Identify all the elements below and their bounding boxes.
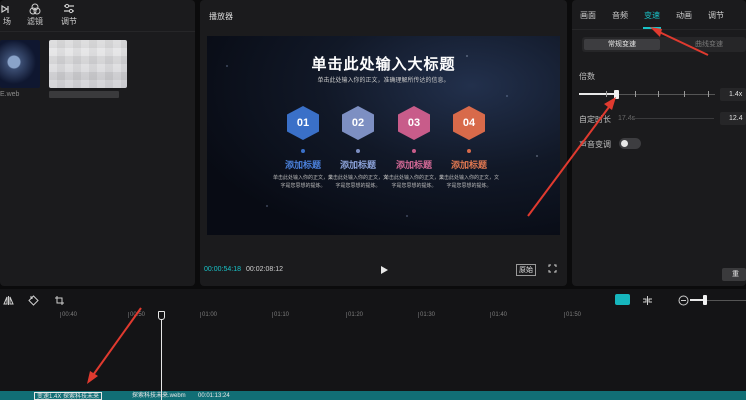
- ruler-tick: [564, 312, 565, 318]
- ruler-tick: [60, 312, 61, 318]
- media-thumbnail-blurred[interactable]: [49, 40, 127, 88]
- speed-mode-selector: 常规变速 曲线变速: [582, 37, 746, 52]
- speed-slider-tick: [635, 91, 636, 97]
- player-panel: 播放器 单击此处输入大标题 单击此处输入你的正文，准确理解所传达的信息。 01 …: [200, 0, 567, 286]
- ruler-tick: [490, 312, 491, 318]
- tab-speed[interactable]: 变速: [644, 10, 660, 21]
- clip-file-name: 探索科技未来.webm: [132, 393, 186, 399]
- tab-adjust-props[interactable]: 调节: [708, 10, 724, 21]
- heading-04: 添加标题: [450, 160, 487, 170]
- video-subtitle: 单击此处输入你的正文，准确理解所传达的信息。: [317, 78, 450, 84]
- pitch-toggle-knob: [621, 140, 628, 147]
- ruler-label: 01:20: [348, 312, 364, 318]
- tab-audio-label: 场: [3, 17, 11, 26]
- video-title: 单击此处输入大标题: [311, 56, 456, 73]
- timeline-toolbar: [0, 289, 746, 311]
- tab-audio-props[interactable]: 音频: [612, 10, 628, 21]
- timeline-zoom-thumb[interactable]: [703, 295, 707, 305]
- heading-01: 添加标题: [284, 160, 321, 170]
- media-panel: 场 滤镜 调节 E.web: [0, 0, 195, 286]
- player-title: 播放器: [209, 12, 233, 21]
- tab-filter[interactable]: 滤镜: [20, 2, 50, 30]
- adjust-icon: [64, 3, 74, 14]
- tab-adjust-label: 调节: [61, 17, 77, 26]
- ruler-label: 01:40: [492, 312, 508, 318]
- media-thumbnail-label: E.web: [0, 91, 20, 98]
- music-icon: [1, 4, 9, 14]
- ruler-label: 01:00: [202, 312, 218, 318]
- duration-divider: [629, 118, 714, 119]
- ruler-tick: [418, 312, 419, 318]
- tab-adjust[interactable]: 调节: [54, 2, 84, 30]
- timeline[interactable]: [0, 311, 746, 400]
- total-time: 00:02:08:12: [246, 266, 283, 273]
- video-clip[interactable]: [0, 391, 746, 400]
- ruler-label: 01:30: [420, 312, 436, 318]
- duration-label: 自定时长: [579, 115, 611, 124]
- media-thumbnail[interactable]: [0, 40, 40, 88]
- duration-value-field[interactable]: 12.4: [720, 112, 746, 125]
- playhead-handle[interactable]: [158, 311, 165, 320]
- body-03: 单击此处输入你的正文，文字是您思想的提炼。: [384, 175, 445, 189]
- pitch-label: 声音变调: [579, 140, 611, 149]
- dot-01: [301, 149, 305, 153]
- speed-label: 倍数: [579, 72, 595, 81]
- dot-02: [356, 149, 360, 153]
- timeline-zoom-fill: [690, 299, 704, 301]
- dot-03: [412, 149, 416, 153]
- fullscreen-icon[interactable]: [548, 264, 557, 273]
- ruler-tick: [346, 312, 347, 318]
- speed-slider-tick: [708, 91, 709, 97]
- speed-slider-tick: [658, 91, 659, 97]
- properties-panel: 画面 音频 变速 动画 调节 常规变速 曲线变速 倍数 1.4x 自定时长 17…: [572, 0, 746, 286]
- speed-slider-tick: [606, 91, 607, 97]
- split-icon[interactable]: [642, 295, 653, 306]
- rotate-icon[interactable]: [28, 295, 39, 306]
- tab-picture[interactable]: 画面: [580, 10, 596, 21]
- speed-value-field[interactable]: 1.4x: [720, 88, 746, 101]
- heading-03: 添加标题: [395, 160, 432, 170]
- heading-02: 添加标题: [339, 160, 376, 170]
- clip-name: 探索科技未来: [63, 394, 100, 400]
- ruler-label: 00:50: [130, 312, 146, 318]
- play-icon[interactable]: [379, 265, 389, 275]
- clip-speed-tag-label: 变速1.4X: [37, 394, 62, 400]
- normal-speed-segment[interactable]: 常规变速: [584, 39, 660, 50]
- tab-audio[interactable]: 场: [0, 2, 22, 30]
- snap-toggle-button[interactable]: [615, 294, 630, 305]
- speed-slider-thumb[interactable]: [613, 90, 619, 99]
- speed-slider-tick: [684, 91, 685, 97]
- ruler-label: 01:50: [566, 312, 582, 318]
- ruler-tick: [200, 312, 201, 318]
- pitch-toggle[interactable]: [619, 138, 641, 149]
- current-time: 00:00:54:18: [204, 266, 241, 273]
- clip-speed-tag: 变速1.4X 探索科技未来: [34, 392, 103, 400]
- body-02: 单击此处输入你的正文，文字是您思想的提炼。: [328, 175, 389, 189]
- body-04: 单击此处输入你的正文，文字是您思想的提炼。: [439, 175, 500, 189]
- media-tabs: 场 滤镜 调节: [0, 0, 195, 32]
- ruler-label: 00:40: [62, 312, 78, 318]
- clip-duration: 00:01:13:24: [198, 393, 230, 399]
- curve-speed-segment[interactable]: 曲线变速: [674, 39, 744, 50]
- ratio-button[interactable]: 原始: [516, 264, 536, 276]
- zoom-out-icon[interactable]: [678, 295, 689, 306]
- playhead-line: [161, 317, 162, 400]
- properties-tabs: 画面 音频 变速 动画 调节: [572, 0, 746, 30]
- crop-icon[interactable]: [54, 295, 65, 306]
- ruler-label: 01:10: [274, 312, 290, 318]
- body-01: 单击此处输入你的正文，文字是您思想的提炼。: [273, 175, 334, 189]
- ruler-tick: [272, 312, 273, 318]
- video-preview[interactable]: 单击此处输入大标题 单击此处输入你的正文，准确理解所传达的信息。 01 02 0…: [207, 36, 560, 235]
- reset-button[interactable]: 重: [722, 268, 746, 281]
- dot-04: [467, 149, 471, 153]
- ruler-tick: [128, 312, 129, 318]
- media-thumbnail-blurred-label: [49, 91, 119, 98]
- active-tab-indicator: [643, 27, 661, 29]
- filter-icon: [29, 3, 41, 15]
- speed-slider-fill: [579, 93, 616, 95]
- tab-filter-label: 滤镜: [27, 17, 43, 26]
- tab-animation[interactable]: 动画: [676, 10, 692, 21]
- mirror-icon[interactable]: [3, 295, 14, 306]
